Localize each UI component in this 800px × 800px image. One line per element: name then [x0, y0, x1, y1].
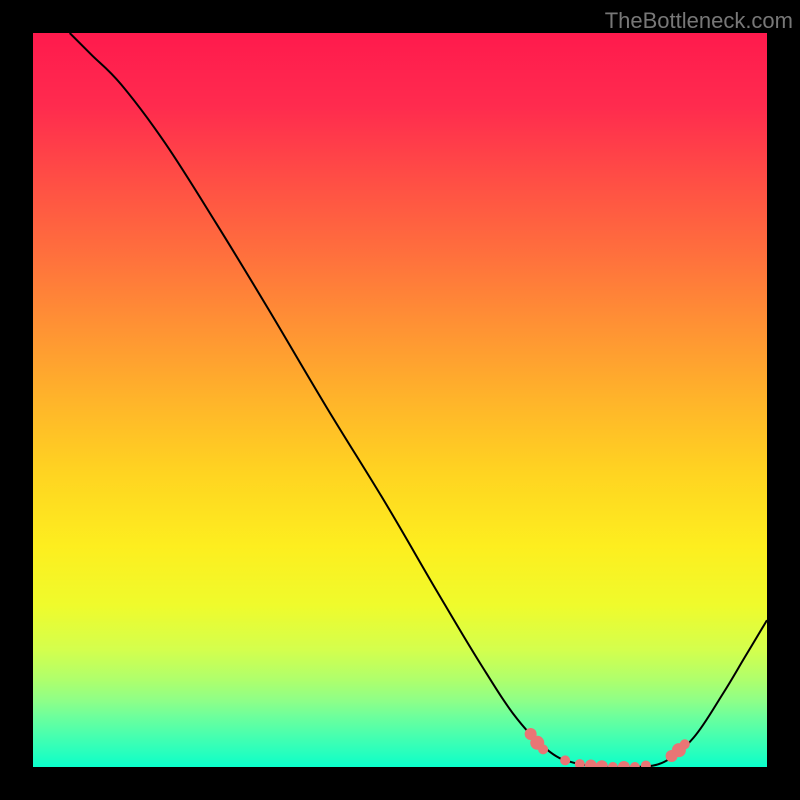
watermark: TheBottleneck.com [605, 8, 793, 34]
